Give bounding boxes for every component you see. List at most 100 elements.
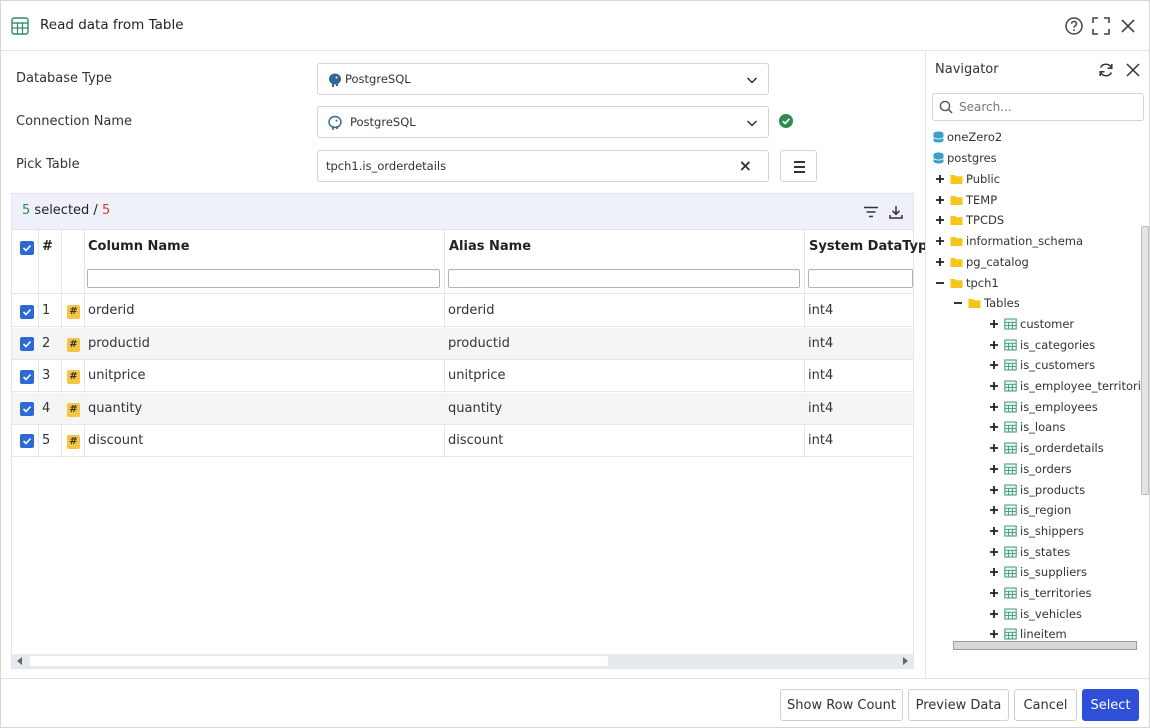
plus-icon[interactable] <box>989 422 999 432</box>
row-checkbox[interactable] <box>20 370 34 384</box>
alias-name-cell[interactable]: discount <box>448 433 503 448</box>
plus-icon[interactable] <box>989 443 999 453</box>
header-alias-name[interactable]: Alias Name <box>449 239 531 254</box>
filter-icon[interactable] <box>863 204 879 220</box>
table-row[interactable]: 4 # quantity quantity int4 <box>12 393 913 425</box>
clear-table-button[interactable]: × <box>739 156 752 175</box>
row-checkbox[interactable] <box>20 402 34 416</box>
database-type-value: PostgreSQL <box>345 72 411 86</box>
navigator-search[interactable] <box>932 93 1144 121</box>
plus-icon[interactable] <box>989 609 999 619</box>
table-icon <box>11 17 29 35</box>
plus-icon[interactable] <box>989 629 999 639</box>
column-name-filter[interactable] <box>87 269 440 288</box>
table-menu-button[interactable] <box>780 150 817 182</box>
tree-label: is_categories <box>1020 338 1096 352</box>
plus-icon[interactable] <box>935 174 945 184</box>
chevron-down-icon <box>746 120 758 127</box>
row-checkbox[interactable] <box>20 305 34 319</box>
table-row[interactable]: 3 # unitprice unitprice int4 <box>12 360 913 392</box>
tree-label: is_orderdetails <box>1020 441 1104 455</box>
scroll-right-icon[interactable] <box>900 656 910 666</box>
plus-icon[interactable] <box>989 340 999 350</box>
numeric-type-icon: # <box>67 338 80 352</box>
plus-icon[interactable] <box>989 588 999 598</box>
folder-icon <box>950 258 963 267</box>
table-row[interactable]: 5 # discount discount int4 <box>12 425 913 457</box>
plus-icon[interactable] <box>935 195 945 205</box>
search-icon <box>939 100 953 114</box>
navigator-horizontal-scrollbar[interactable] <box>953 641 1137 650</box>
tree-label: is_employees <box>1020 400 1098 414</box>
preview-data-button[interactable]: Preview Data <box>908 689 1009 721</box>
search-input[interactable] <box>959 98 1139 116</box>
help-icon[interactable] <box>1064 16 1084 36</box>
tree-label: Tables <box>984 296 1020 310</box>
row-index: 1 <box>42 303 51 318</box>
header-column-name[interactable]: Column Name <box>88 239 190 254</box>
row-index: 5 <box>42 433 51 448</box>
table-icon <box>1004 339 1017 351</box>
table-icon <box>1004 525 1017 537</box>
database-type-select[interactable]: PostgreSQL <box>317 63 769 95</box>
alias-name-filter[interactable] <box>448 269 800 288</box>
minus-icon[interactable] <box>953 298 963 308</box>
cancel-button[interactable]: Cancel <box>1014 689 1077 721</box>
table-icon <box>1004 566 1017 578</box>
total-count: 5 <box>101 203 111 218</box>
download-icon[interactable] <box>888 204 904 220</box>
plus-icon[interactable] <box>989 360 999 370</box>
alias-name-cell[interactable]: quantity <box>448 401 502 416</box>
table-row[interactable]: 1 # orderid orderid int4 <box>12 295 913 327</box>
alias-name-cell[interactable]: unitprice <box>448 368 506 383</box>
table-row[interactable]: 2 # productid productid int4 <box>12 328 913 360</box>
plus-icon[interactable] <box>935 215 945 225</box>
datatype-filter[interactable] <box>808 269 913 288</box>
close-icon[interactable] <box>1124 61 1142 79</box>
folder-icon <box>950 216 963 225</box>
select-button[interactable]: Select <box>1082 689 1139 721</box>
column-header-row: # Column Name Alias Name System DataTyp <box>12 230 927 294</box>
tree-label: customer <box>1020 317 1075 331</box>
folder-icon <box>950 175 963 184</box>
tree-label: TEMP <box>966 193 998 207</box>
plus-icon[interactable] <box>989 319 999 329</box>
navigator-vertical-scrollbar[interactable] <box>1141 226 1149 495</box>
scrollbar-thumb[interactable] <box>30 656 608 666</box>
alias-name-cell[interactable]: orderid <box>448 303 495 318</box>
plus-icon[interactable] <box>989 547 999 557</box>
minus-icon[interactable] <box>935 278 945 288</box>
plus-icon[interactable] <box>989 526 999 536</box>
row-checkbox[interactable] <box>20 337 34 351</box>
alias-name-cell[interactable]: productid <box>448 336 510 351</box>
numeric-type-icon: # <box>67 435 80 449</box>
plus-icon[interactable] <box>989 464 999 474</box>
tree-label: oneZero2 <box>947 130 1003 144</box>
close-icon[interactable] <box>1118 16 1138 36</box>
row-checkbox[interactable] <box>20 434 34 448</box>
show-row-count-button[interactable]: Show Row Count <box>780 689 903 721</box>
pick-table-input[interactable]: tpch1.is_orderdetails × <box>317 150 769 182</box>
scroll-left-icon[interactable] <box>15 656 25 666</box>
chevron-down-icon <box>746 77 758 84</box>
header-system-datatype[interactable]: System DataTyp <box>809 239 927 254</box>
tree-label: is_region <box>1020 503 1072 517</box>
plus-icon[interactable] <box>989 505 999 515</box>
grid-horizontal-scrollbar[interactable] <box>12 654 913 668</box>
plus-icon[interactable] <box>989 381 999 391</box>
folder-icon <box>950 279 963 288</box>
plus-icon[interactable] <box>935 257 945 267</box>
datatype-cell: int4 <box>808 303 834 318</box>
column-name-cell: productid <box>88 336 150 351</box>
plus-icon[interactable] <box>935 236 945 246</box>
tree-label: is_orders <box>1020 462 1072 476</box>
tree-label: is_shippers <box>1020 524 1084 538</box>
plus-icon[interactable] <box>989 567 999 577</box>
refresh-icon[interactable] <box>1097 61 1115 79</box>
tree-label: is_customers <box>1020 358 1096 372</box>
select-all-checkbox[interactable] <box>20 241 34 255</box>
plus-icon[interactable] <box>989 402 999 412</box>
maximize-icon[interactable] <box>1091 16 1111 36</box>
plus-icon[interactable] <box>989 485 999 495</box>
connection-name-select[interactable]: PostgreSQL <box>317 106 769 138</box>
